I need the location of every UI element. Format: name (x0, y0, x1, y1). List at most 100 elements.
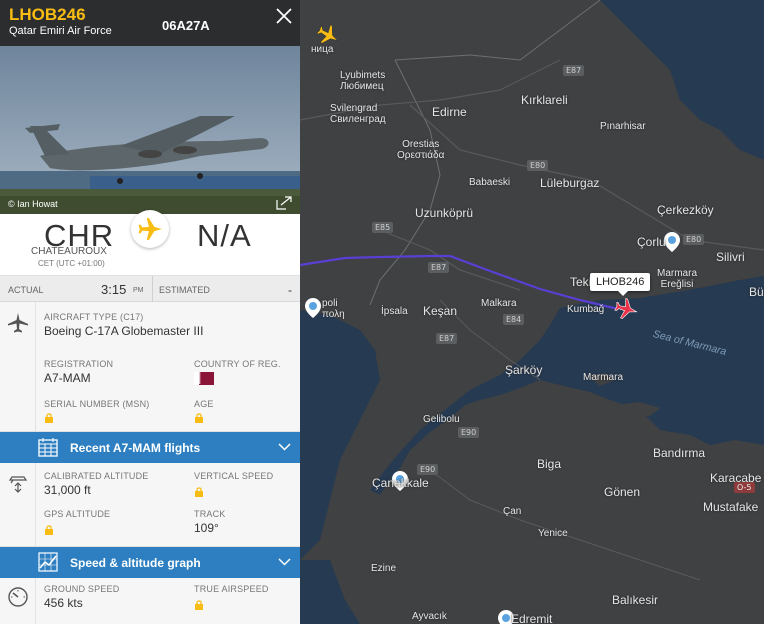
aircraft-type-value: Boeing C-17A Globemaster III (44, 324, 204, 338)
map-label: Svilengrad Свиленград (330, 103, 386, 125)
map-label: poli πολη (322, 298, 345, 320)
estimated-label: ESTIMATED (159, 285, 210, 295)
gps-altitude-label: GPS ALTITUDE (44, 509, 111, 519)
panel-header: LHOB246 Qatar Emiri Air Force 06A27A (0, 0, 300, 46)
road-badge: E90 (417, 464, 439, 475)
road-badge: E87 (563, 65, 585, 76)
map-label: Orestias Ορεστιάδα (397, 139, 445, 161)
map-label: Mustafake (703, 500, 759, 514)
map-label: Keşan (423, 304, 458, 318)
lock-icon[interactable] (195, 413, 203, 423)
altitude-icon (8, 476, 28, 493)
map-label: Bandırma (653, 446, 706, 460)
lock-icon[interactable] (195, 600, 203, 610)
operator-name: Qatar Emiri Air Force (9, 25, 112, 37)
map-label: Kırklareli (521, 93, 568, 107)
speed-section: GROUND SPEED 456 kts TRUE AIRSPEED (0, 578, 300, 624)
road-badge: E90 (458, 427, 480, 438)
map-label: Şarköy (505, 363, 543, 377)
times-row: ACTUAL 3:15 PM ESTIMATED - (0, 276, 300, 302)
expand-photo-icon[interactable] (276, 196, 292, 210)
country-label: COUNTRY OF REG. (194, 359, 281, 369)
map-label: Lyubimets Любимец (340, 70, 386, 92)
map-label: Lüleburgaz (540, 176, 600, 190)
map-label: Çanakkale (372, 476, 429, 490)
road-badge: E87 (436, 333, 458, 344)
flight-details-panel: LHOB246 Qatar Emiri Air Force 06A27A © I… (0, 0, 300, 624)
registration-label: REGISTRATION (44, 359, 114, 369)
altitude-section: CALIBRATED ALTITUDE 31,000 ft VERTICAL S… (0, 463, 300, 547)
lock-icon[interactable] (45, 525, 53, 535)
chevron-down-icon (278, 558, 291, 566)
actual-ampm: PM (133, 287, 144, 294)
hex-code: 06A27A (162, 18, 210, 33)
estimated-time: - (288, 283, 292, 297)
road-badge: E80 (527, 160, 549, 171)
destination-code: N/A (197, 218, 252, 253)
photo-credit[interactable]: © Ian Howat (8, 199, 58, 209)
aircraft-callout[interactable]: LHOB246 (590, 273, 651, 296)
vertical-speed-label: VERTICAL SPEED (194, 471, 274, 481)
aircraft-type-icon (8, 313, 28, 333)
speed-graph-label: Speed & altitude graph (70, 556, 201, 570)
recent-flights-label: Recent A7-MAM flights (70, 441, 201, 455)
map-label: Marmara (583, 372, 624, 383)
track-label: TRACK (194, 509, 226, 519)
map-label: ница (311, 44, 334, 55)
road-badge: O-5 (734, 482, 755, 493)
map-label: Gönen (604, 485, 641, 499)
airport-pin-icon[interactable] (305, 298, 321, 318)
map-label: Silivri (716, 250, 745, 264)
route-plane-icon (131, 210, 169, 248)
map-label: Ayvacık (412, 611, 447, 622)
ground-speed-label: GROUND SPEED (44, 584, 120, 594)
map-label: Ezine (371, 563, 397, 574)
qatar-flag-icon (194, 372, 214, 385)
callsign: LHOB246 (9, 5, 86, 24)
road-badge: E80 (683, 234, 705, 245)
aircraft-photo[interactable]: © Ian Howat (0, 46, 300, 214)
speed-graph-toggle[interactable]: Speed & altitude graph (0, 547, 300, 578)
origin-timezone: CET (UTC +01:00) (38, 259, 105, 268)
map-label: Edirne (432, 105, 467, 119)
registration-value[interactable]: A7-MAM (44, 371, 91, 385)
map-label: Pınarhisar (600, 121, 646, 132)
lock-icon[interactable] (195, 487, 203, 497)
map-label: Babaeski (469, 177, 511, 188)
map-label: Malkara (481, 298, 517, 309)
age-label: AGE (194, 399, 214, 409)
serial-label: SERIAL NUMBER (MSN) (44, 399, 150, 409)
map-label: Bü (749, 285, 764, 299)
map-label: Edremit (511, 612, 553, 624)
road-badge: E87 (428, 262, 450, 273)
map-label: Gelibolu (423, 414, 460, 425)
map-label: Yenice (538, 528, 568, 539)
map-label: Kumbağ (567, 304, 605, 315)
calibrated-altitude-value: 31,000 ft (44, 483, 91, 497)
aircraft-type-label: AIRCRAFT TYPE (C17) (44, 312, 144, 322)
calendar-icon (38, 438, 58, 457)
road-badge: E85 (372, 222, 394, 233)
calibrated-altitude-label: CALIBRATED ALTITUDE (44, 471, 149, 481)
aircraft-photo-image (0, 46, 300, 214)
road-badge: E84 (503, 314, 525, 325)
airport-pin-icon[interactable] (664, 232, 680, 252)
track-value: 109° (194, 521, 219, 535)
map-label: Çorlu (637, 235, 666, 249)
map-label: Balıkesir (612, 593, 659, 607)
actual-label: ACTUAL (8, 285, 44, 295)
lock-icon[interactable] (45, 413, 53, 423)
close-icon[interactable] (274, 6, 294, 26)
true-airspeed-label: TRUE AIRSPEED (194, 584, 269, 594)
chevron-down-icon (278, 443, 291, 451)
ground-speed-value: 456 kts (44, 596, 83, 610)
map-label: Çan (503, 506, 522, 517)
route-summary: CHR N/A CHATEAUROUX CET (UTC +01:00) (0, 210, 300, 276)
map-label: İpsala (381, 306, 408, 317)
map-label: Biga (537, 457, 562, 471)
graph-icon (38, 552, 58, 572)
recent-flights-toggle[interactable]: Recent A7-MAM flights (0, 432, 300, 463)
actual-time: 3:15 (101, 282, 127, 297)
aircraft-section: AIRCRAFT TYPE (C17) Boeing C-17A Globema… (0, 302, 300, 432)
flight-tracker-app: Lyubimets Любимец Svilengrad Свиленград Ed… (0, 0, 764, 624)
